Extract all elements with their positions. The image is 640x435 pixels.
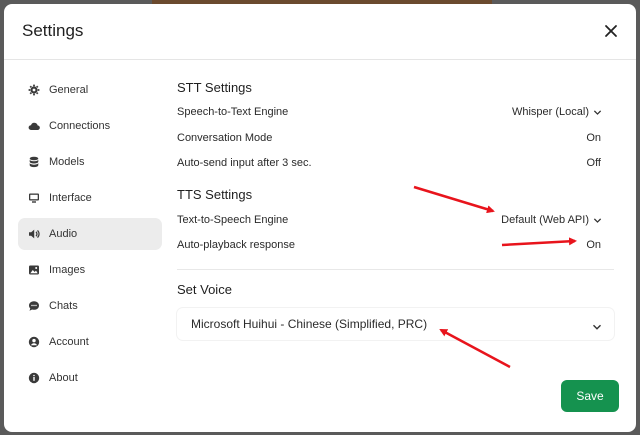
- auto-playback-label: Auto-playback response: [177, 239, 296, 251]
- set-voice-heading: Set Voice: [177, 282, 232, 297]
- sidebar-item-label: Images: [49, 264, 86, 276]
- auto-playback-toggle[interactable]: On: [586, 239, 601, 251]
- sidebar-item-label: Models: [49, 156, 85, 168]
- chat-bubble-icon: [28, 300, 40, 312]
- voice-select[interactable]: Microsoft Huihui - Chinese (Simplified, …: [177, 308, 614, 340]
- conversation-mode-label: Conversation Mode: [177, 132, 273, 144]
- sidebar-item-label: Chats: [49, 300, 78, 312]
- section-divider: [177, 269, 614, 270]
- tts-engine-label: Text-to-Speech Engine: [177, 214, 289, 226]
- stt-engine-select[interactable]: Whisper (Local): [512, 106, 589, 118]
- voice-select-value: Microsoft Huihui - Chinese (Simplified, …: [191, 317, 428, 331]
- sidebar-item-images[interactable]: Images: [18, 254, 162, 286]
- sidebar-item-label: About: [49, 372, 78, 384]
- sidebar-item-label: General: [49, 84, 89, 96]
- image-icon: [28, 264, 40, 276]
- user-circle-icon: [28, 336, 40, 348]
- sidebar-item-connections[interactable]: Connections: [18, 110, 162, 142]
- sidebar-item-label: Interface: [49, 192, 92, 204]
- chevron-down-icon: [592, 319, 602, 330]
- chevron-down-icon[interactable]: [593, 216, 602, 225]
- sidebar-item-about[interactable]: About: [18, 362, 162, 394]
- stt-engine-label: Speech-to-Text Engine: [177, 106, 289, 118]
- conversation-mode-toggle[interactable]: On: [586, 132, 601, 144]
- tts-engine-row: Text-to-Speech Engine Default (Web API): [177, 214, 614, 230]
- info-icon: [28, 372, 40, 384]
- speaker-icon: [28, 228, 40, 240]
- auto-send-row: Auto-send input after 3 sec. Off: [177, 157, 614, 173]
- sidebar-item-audio[interactable]: Audio: [18, 218, 162, 250]
- auto-send-label: Auto-send input after 3 sec.: [177, 157, 312, 169]
- database-icon: [28, 156, 40, 168]
- save-button[interactable]: Save: [561, 380, 619, 412]
- sidebar-item-chats[interactable]: Chats: [18, 290, 162, 322]
- sidebar-item-label: Account: [49, 336, 89, 348]
- settings-sidebar: General Connections Models Interface Aud…: [18, 74, 162, 398]
- header-divider: [4, 59, 636, 60]
- tts-engine-select[interactable]: Default (Web API): [501, 214, 589, 226]
- sidebar-item-interface[interactable]: Interface: [18, 182, 162, 214]
- sidebar-item-general[interactable]: General: [18, 74, 162, 106]
- monitor-icon: [28, 192, 40, 204]
- tts-settings-heading: TTS Settings: [177, 187, 253, 202]
- chevron-down-icon[interactable]: [593, 108, 602, 117]
- conversation-mode-row: Conversation Mode On: [177, 132, 614, 148]
- auto-playback-row: Auto-playback response On: [177, 239, 614, 255]
- gear-icon: [28, 84, 40, 96]
- sidebar-item-account[interactable]: Account: [18, 326, 162, 358]
- close-icon[interactable]: [602, 22, 620, 40]
- stt-settings-heading: STT Settings: [177, 80, 252, 95]
- sidebar-item-label: Connections: [49, 120, 111, 132]
- dialog-header: Settings: [4, 4, 636, 60]
- settings-dialog: Settings General Connections Models Inte…: [4, 4, 636, 432]
- auto-send-toggle[interactable]: Off: [587, 157, 601, 169]
- sidebar-item-label: Audio: [49, 228, 78, 240]
- stt-engine-row: Speech-to-Text Engine Whisper (Local): [177, 106, 614, 122]
- cloud-icon: [28, 120, 40, 132]
- sidebar-item-models[interactable]: Models: [18, 146, 162, 178]
- dialog-title: Settings: [22, 21, 84, 40]
